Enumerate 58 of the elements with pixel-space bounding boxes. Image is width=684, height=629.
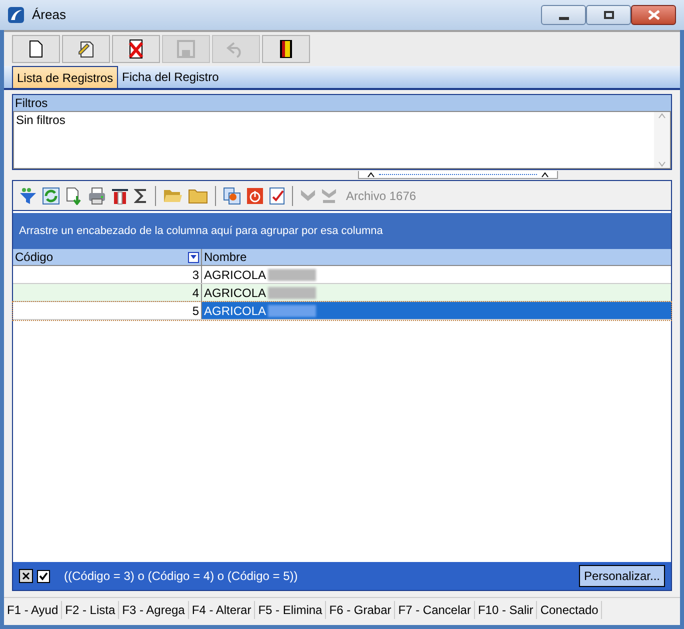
close-icon — [648, 10, 660, 20]
filter-dropdown-icon[interactable] — [188, 252, 199, 262]
filter-text: Sin filtros — [15, 112, 66, 128]
funnel-icon[interactable] — [19, 186, 37, 204]
checklist-icon[interactable] — [269, 186, 285, 204]
table-cell-text: AGRICOLA — [204, 266, 266, 284]
table-cell-text: AGRICOLA — [204, 302, 266, 320]
status-item: F3 - Agrega — [119, 600, 189, 618]
filter-text-area[interactable]: Sin filtros — [13, 111, 671, 169]
folder-icon[interactable] — [188, 188, 208, 204]
status-item: F2 - Lista — [62, 600, 120, 618]
status-item: Conectado — [537, 600, 602, 618]
redacted-block — [268, 286, 316, 298]
table-row[interactable]: 4 AGRICOLA — [13, 284, 671, 302]
status-item: F5 - Elimina — [255, 600, 326, 618]
document-download-icon[interactable] — [65, 186, 83, 204]
window-title: Áreas — [32, 6, 66, 24]
redacted-block — [268, 304, 316, 316]
toolbar-button[interactable] — [12, 35, 60, 63]
group-by-hint: Arrastre un encabezado de la columna aquí para agrupar por esa columna — [19, 224, 383, 239]
minimize-button[interactable] — [541, 5, 586, 25]
refresh-icon[interactable] — [42, 186, 60, 204]
close-icon — [22, 572, 30, 580]
table-row[interactable]: 5 AGRICOLA — [13, 302, 671, 320]
door-icon — [279, 39, 293, 59]
columns-icon[interactable] — [111, 186, 129, 204]
column-header[interactable]: Nombre — [202, 249, 671, 265]
customize-button[interactable]: Personalizar... — [578, 565, 665, 587]
toolbar-button[interactable] — [112, 35, 160, 63]
file-label: Archivo 1676 — [346, 188, 416, 204]
redacted-block — [268, 268, 316, 280]
table-row[interactable]: 3 AGRICOLA — [13, 266, 671, 284]
status-item: F1 - Ayud — [4, 600, 62, 618]
status-item: F10 - Salir — [474, 600, 538, 618]
close-button[interactable] — [631, 5, 676, 25]
filter-checkbox[interactable] — [37, 570, 50, 582]
document-pencil-icon — [77, 40, 95, 58]
toolbar-button[interactable] — [62, 35, 110, 63]
toolbar-button[interactable] — [262, 35, 310, 63]
printer-icon[interactable] — [88, 186, 106, 204]
document-icon — [29, 40, 43, 58]
column-header[interactable]: Código — [13, 249, 202, 265]
table-cell-text: AGRICOLA — [204, 284, 266, 302]
panel-title: Filtros — [14, 95, 49, 111]
power-icon[interactable] — [246, 186, 264, 204]
clear-filter-button[interactable] — [19, 569, 33, 583]
tab[interactable]: Lista de Registros — [12, 66, 118, 88]
filter-expression: ((Código = 3) o (Código = 4) o (Código = 5)) — [64, 568, 298, 585]
table-cell: 3 — [13, 266, 202, 283]
maximize-button[interactable] — [586, 5, 631, 25]
sigma-icon[interactable] — [134, 188, 148, 204]
status-item: F7 - Cancelar — [395, 600, 475, 618]
status-item: F4 - Alterar — [188, 600, 256, 618]
app-logo-icon — [8, 7, 24, 23]
splitter-handle[interactable] — [358, 171, 558, 179]
status-item: F6 - Grabar — [326, 600, 396, 618]
document-cross-icon — [128, 39, 144, 59]
tab[interactable]: Ficha del Registro — [118, 66, 223, 88]
